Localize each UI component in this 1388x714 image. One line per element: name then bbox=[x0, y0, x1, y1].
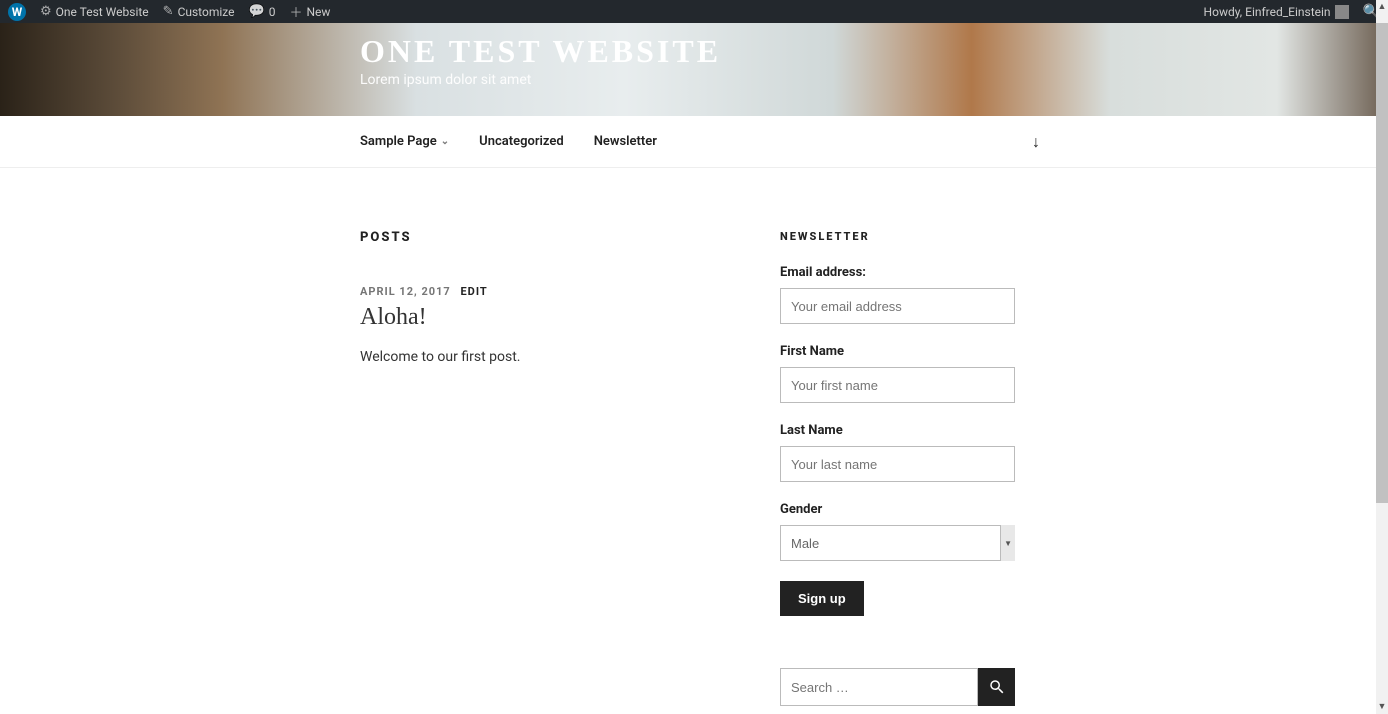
avatar bbox=[1335, 5, 1349, 19]
wp-admin-bar: W ⚙One Test Website ✎Customize 💬0 ＋New H… bbox=[0, 0, 1388, 23]
signup-button[interactable]: Sign up bbox=[780, 581, 864, 616]
email-field[interactable] bbox=[780, 288, 1015, 324]
scroll-down-icon[interactable]: ▼ bbox=[1376, 701, 1388, 713]
howdy-label: Howdy, Einfred_Einstein bbox=[1204, 5, 1331, 19]
nav-label: Uncategorized bbox=[479, 134, 564, 149]
search-icon bbox=[988, 678, 1006, 696]
customize-link[interactable]: ✎ Customize bbox=[163, 4, 235, 19]
post-date[interactable]: APRIL 12, 2017 bbox=[360, 285, 451, 298]
site-tagline: Lorem ipsum dolor sit amet bbox=[360, 72, 1388, 88]
comments-link[interactable]: 💬0 bbox=[249, 4, 276, 19]
site-name-label: One Test Website bbox=[56, 5, 149, 19]
post-edit-link[interactable]: EDIT bbox=[460, 285, 487, 298]
nav-label: Newsletter bbox=[594, 134, 657, 149]
first-name-label: First Name bbox=[780, 344, 1015, 359]
wp-logo[interactable]: W bbox=[8, 3, 26, 21]
scroll-thumb[interactable] bbox=[1376, 23, 1388, 503]
brush-icon: ✎ bbox=[163, 4, 174, 19]
comments-count: 0 bbox=[269, 5, 276, 19]
post-title[interactable]: Aloha! bbox=[360, 304, 680, 331]
last-name-label: Last Name bbox=[780, 423, 1015, 438]
nav-label: Sample Page bbox=[360, 134, 437, 149]
plus-icon: ＋ bbox=[289, 2, 302, 21]
site-hero: ONE TEST WEBSITE Lorem ipsum dolor sit a… bbox=[0, 23, 1388, 116]
howdy-link[interactable]: Howdy, Einfred_Einstein bbox=[1204, 5, 1349, 19]
last-name-field[interactable] bbox=[780, 446, 1015, 482]
scrollbar[interactable]: ▲ ▼ bbox=[1376, 0, 1388, 714]
main-nav: Sample Page ⌄ Uncategorized Newsletter ↓ bbox=[0, 116, 1388, 168]
new-link[interactable]: ＋ New bbox=[289, 2, 330, 21]
search-widget bbox=[780, 668, 1015, 706]
gender-select[interactable] bbox=[780, 525, 1015, 561]
gender-label: Gender bbox=[780, 502, 1015, 517]
newsletter-title: NEWSLETTER bbox=[780, 230, 1015, 243]
email-label: Email address: bbox=[780, 265, 1015, 280]
nav-item-uncategorized[interactable]: Uncategorized bbox=[479, 134, 564, 149]
nav-item-sample-page[interactable]: Sample Page ⌄ bbox=[360, 134, 449, 149]
search-button[interactable] bbox=[978, 668, 1015, 706]
sidebar: NEWSLETTER Email address: First Name Las… bbox=[780, 230, 1015, 706]
first-name-field[interactable] bbox=[780, 367, 1015, 403]
search-input[interactable] bbox=[780, 668, 978, 706]
site-name-link[interactable]: ⚙ One Test Website bbox=[40, 4, 149, 19]
nav-item-newsletter[interactable]: Newsletter bbox=[594, 134, 657, 149]
new-label: New bbox=[306, 5, 330, 19]
scroll-up-icon[interactable]: ▲ bbox=[1376, 1, 1388, 13]
scroll-down-icon[interactable]: ↓ bbox=[1032, 132, 1040, 152]
customize-label: Customize bbox=[178, 5, 235, 19]
post-excerpt: Welcome to our first post. bbox=[360, 349, 680, 365]
posts-column: POSTS APRIL 12, 2017 EDIT Aloha! Welcome… bbox=[360, 230, 680, 706]
dashboard-icon: ⚙ bbox=[40, 4, 52, 19]
site-title[interactable]: ONE TEST WEBSITE bbox=[360, 33, 1388, 70]
comment-icon: 💬 bbox=[249, 4, 265, 19]
posts-heading: POSTS bbox=[360, 230, 680, 245]
chevron-down-icon: ⌄ bbox=[441, 136, 449, 147]
